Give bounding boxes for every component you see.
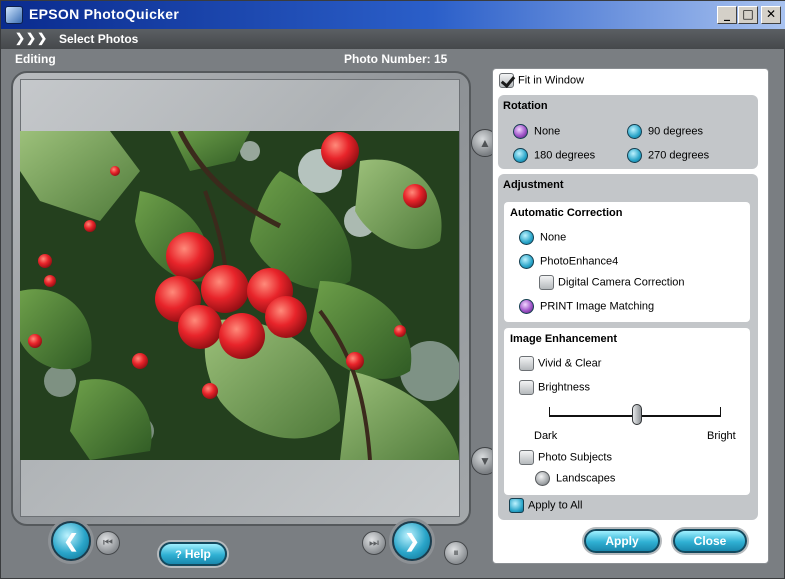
minimize-button[interactable]: _ — [717, 6, 737, 24]
adjustment-title: Adjustment — [503, 179, 564, 191]
photo-subjects-label: Photo Subjects — [538, 451, 612, 464]
automatic-correction-title: Automatic Correction — [510, 207, 623, 219]
auto-photoenhance[interactable]: PhotoEnhance4 — [519, 254, 618, 269]
app-window: EPSON PhotoQuicker _ □ ✕ ❯❯❯ Select Phot… — [0, 0, 785, 579]
slider-dark-label: Dark — [534, 430, 558, 442]
slider-tick-left — [549, 407, 550, 417]
pause-button[interactable]: ⏸ — [444, 541, 468, 565]
rotation-180-label: 180 degrees — [534, 149, 596, 162]
rotation-none-label: None — [534, 125, 561, 138]
next-photo-button[interactable]: ❯ — [392, 521, 432, 561]
image-enhancement-title: Image Enhancement — [510, 333, 617, 345]
rotation-title: Rotation — [503, 100, 548, 112]
fit-in-window-row[interactable]: Fit in Window — [499, 73, 584, 88]
brightness-slider-thumb[interactable] — [632, 404, 642, 425]
apply-to-all-row[interactable]: Apply to All — [509, 498, 582, 513]
app-icon — [5, 6, 23, 24]
auto-none-label: None — [540, 231, 567, 244]
last-photo-button[interactable]: ⏭ — [362, 531, 386, 555]
vivid-label: Vivid & Clear — [538, 357, 602, 370]
close-window-button[interactable]: ✕ — [761, 6, 781, 24]
rotation-180-radio[interactable] — [513, 148, 528, 163]
landscapes-radio[interactable] — [535, 471, 550, 486]
auto-print-matching-radio[interactable] — [519, 299, 534, 314]
step-label[interactable]: Select Photos — [59, 32, 138, 46]
title-bar: EPSON PhotoQuicker _ □ ✕ — [1, 1, 785, 29]
fit-in-window-checkbox[interactable] — [499, 73, 514, 88]
close-button[interactable]: Close — [673, 529, 747, 553]
photo-preview — [20, 131, 459, 460]
auto-photoenhance-label: PhotoEnhance4 — [540, 255, 619, 268]
landscapes-label: Landscapes — [556, 472, 616, 485]
step-bar: ❯❯❯ Select Photos — [1, 29, 785, 49]
photo-subjects-checkbox[interactable] — [519, 450, 534, 465]
rotation-270-label: 270 degrees — [648, 149, 710, 162]
auto-print-matching[interactable]: PRINT Image Matching — [519, 299, 654, 314]
rotation-none-radio[interactable] — [513, 124, 528, 139]
rotation-none[interactable]: None — [513, 124, 560, 139]
digital-camera-row[interactable]: Digital Camera Correction — [539, 275, 685, 290]
apply-to-all-label: Apply to All — [528, 499, 583, 512]
photo-number: Photo Number: 15 — [344, 52, 448, 66]
slider-tick-right — [720, 407, 721, 417]
slider-bright-label: Bright — [707, 430, 736, 442]
auto-photoenhance-radio[interactable] — [519, 254, 534, 269]
fit-in-window-label: Fit in Window — [518, 74, 585, 87]
mode-label: Editing — [15, 52, 56, 66]
auto-print-matching-label: PRINT Image Matching — [540, 300, 655, 313]
brightness-label: Brightness — [538, 381, 590, 394]
help-label: Help — [184, 547, 211, 561]
photo-subjects-row[interactable]: Photo Subjects — [519, 450, 612, 465]
maximize-button[interactable]: □ — [738, 6, 758, 24]
digital-camera-label: Digital Camera Correction — [558, 276, 685, 289]
rotation-270-radio[interactable] — [627, 148, 642, 163]
auto-none[interactable]: None — [519, 230, 566, 245]
step-arrows-icon: ❯❯❯ — [15, 31, 49, 45]
window-title: EPSON PhotoQuicker — [29, 6, 180, 22]
prev-photo-button[interactable]: ❮ — [51, 521, 91, 561]
digital-camera-checkbox[interactable] — [539, 275, 554, 290]
image-enhancement-box — [504, 328, 750, 495]
rotation-180[interactable]: 180 degrees — [513, 148, 595, 163]
brightness-row[interactable]: Brightness — [519, 380, 590, 395]
landscapes-row[interactable]: Landscapes — [535, 471, 615, 486]
apply-to-all-checkbox[interactable] — [509, 498, 524, 513]
brightness-checkbox[interactable] — [519, 380, 534, 395]
info-bar: Editing Photo Number: 15 — [9, 50, 769, 68]
help-button[interactable]: ? Help — [159, 542, 227, 566]
rotation-90-radio[interactable] — [627, 124, 642, 139]
rotation-90-label: 90 degrees — [648, 125, 704, 138]
apply-button[interactable]: Apply — [584, 529, 660, 553]
vivid-row[interactable]: Vivid & Clear — [519, 356, 601, 371]
help-icon: ? — [175, 549, 185, 561]
auto-none-radio[interactable] — [519, 230, 534, 245]
berries-photo — [20, 131, 459, 460]
rotation-90[interactable]: 90 degrees — [627, 124, 703, 139]
vivid-checkbox[interactable] — [519, 356, 534, 371]
rotation-270[interactable]: 270 degrees — [627, 148, 709, 163]
first-photo-button[interactable]: ⏮ — [96, 531, 120, 555]
